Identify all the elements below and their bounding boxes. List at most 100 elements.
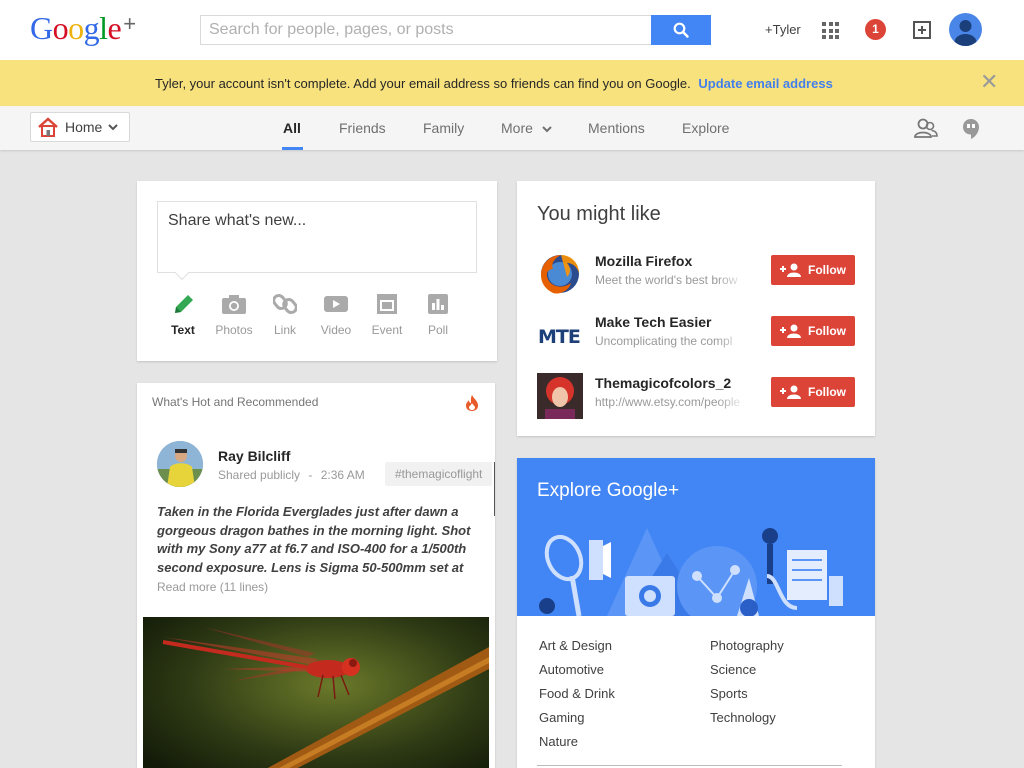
firefox-icon — [541, 255, 579, 294]
home-label: Home — [65, 119, 103, 135]
top-bar: Google+ +Tyler 1 — [0, 0, 1024, 60]
banner-message: Tyler, your account isn't complete. Add … — [155, 76, 691, 91]
suggestion-name[interactable]: Themagicofcolors_2 — [595, 375, 731, 391]
whats-hot-card: What's Hot and Recommended Ray Bilcliff … — [137, 383, 495, 768]
mte-logo[interactable]: MTE — [537, 312, 583, 358]
search-icon — [673, 22, 689, 38]
follow-button[interactable]: Follow — [771, 377, 855, 407]
share-box-card: Share what's new... Text Photos Link Vid… — [137, 181, 497, 361]
share-poll-option[interactable]: Poll — [413, 293, 463, 337]
close-icon[interactable]: ✕ — [980, 71, 998, 93]
category-science[interactable]: Science — [710, 662, 756, 677]
themagicofcolors-avatar[interactable] — [537, 373, 583, 419]
share-option-label: Link — [273, 323, 296, 337]
search-input[interactable] — [200, 15, 652, 45]
post-body: Taken in the Florida Everglades just aft… — [157, 504, 471, 575]
share-video-option[interactable]: Video — [311, 293, 361, 337]
firefox-logo[interactable] — [537, 251, 583, 297]
category-food-drink[interactable]: Food & Drink — [539, 686, 615, 701]
tab-more[interactable]: More — [501, 120, 552, 136]
suggestion-row: MTE Make Tech Easier Uncomplicating the … — [517, 312, 875, 362]
follow-label: Follow — [808, 385, 846, 399]
category-photography[interactable]: Photography — [710, 638, 784, 653]
share-option-label: Text — [171, 323, 195, 337]
explore-hero-banner[interactable]: Explore Google+ — [517, 458, 875, 616]
apps-grid-icon[interactable] — [822, 22, 839, 39]
scroll-indicator[interactable] — [494, 462, 495, 516]
home-dropdown[interactable]: Home — [30, 112, 130, 142]
read-more-link[interactable]: Read more (11 lines) — [157, 580, 268, 594]
share-photos-option[interactable]: Photos — [209, 293, 259, 337]
poll-icon — [428, 294, 448, 314]
you-might-like-card: You might like Mozilla Firefox Meet the … — [517, 181, 875, 436]
add-person-icon — [780, 324, 801, 338]
post-author-avatar[interactable] — [157, 441, 203, 487]
share-option-label: Photos — [215, 323, 253, 337]
tab-explore[interactable]: Explore — [682, 120, 729, 136]
share-link-option[interactable]: Link — [260, 293, 310, 337]
suggestion-row: Themagicofcolors_2 http://www.etsy.com/p… — [517, 373, 875, 423]
category-automotive[interactable]: Automotive — [539, 662, 604, 677]
flame-icon — [466, 395, 478, 411]
post-timestamp[interactable]: 2:36 AM — [321, 468, 365, 482]
category-gaming[interactable]: Gaming — [539, 710, 585, 725]
add-person-icon — [780, 385, 801, 399]
text-fade — [717, 332, 747, 350]
share-text-option[interactable]: Text — [158, 293, 208, 337]
share-box-icon[interactable] — [912, 20, 932, 40]
search-button[interactable] — [651, 15, 711, 45]
chevron-down-icon — [108, 124, 119, 131]
tab-mentions[interactable]: Mentions — [588, 120, 645, 136]
share-option-label: Event — [371, 323, 403, 337]
share-event-option[interactable]: Event — [362, 293, 412, 337]
share-option-label: Video — [320, 323, 352, 337]
google-plus-logo[interactable]: Google+ — [30, 10, 136, 47]
svg-text:MTE: MTE — [538, 326, 580, 348]
post-visibility[interactable]: Shared publicly — [218, 468, 300, 482]
post-hashtag[interactable]: #themagicoflight — [385, 462, 493, 486]
hangouts-icon[interactable] — [962, 118, 980, 140]
post-photo[interactable] — [143, 617, 489, 768]
share-option-label: Poll — [427, 323, 448, 337]
suggestion-row: Mozilla Firefox Meet the world's best br… — [517, 251, 875, 301]
category-nature[interactable]: Nature — [539, 734, 578, 749]
profile-link[interactable]: +Tyler — [765, 22, 801, 37]
chevron-down-icon — [542, 126, 552, 133]
account-avatar[interactable] — [949, 13, 982, 46]
post-author-name[interactable]: Ray Bilcliff — [218, 448, 290, 464]
camera-icon — [222, 295, 246, 314]
you-might-like-title: You might like — [537, 203, 661, 225]
person-icon — [954, 20, 977, 46]
text-fade — [717, 393, 747, 411]
post-meta-separator: - — [308, 468, 313, 482]
active-tab-indicator — [282, 147, 303, 150]
banner-message-line: Tyler, your account isn't complete. Add … — [155, 76, 833, 91]
tab-family[interactable]: Family — [423, 120, 464, 136]
category-sports[interactable]: Sports — [710, 686, 748, 701]
mte-icon: MTE — [537, 312, 583, 358]
tab-all[interactable]: All — [283, 120, 301, 136]
follow-button[interactable]: Follow — [771, 255, 855, 285]
profile-photo — [537, 373, 583, 419]
event-icon — [377, 294, 397, 314]
home-icon — [38, 117, 58, 137]
share-input[interactable]: Share what's new... — [157, 201, 477, 273]
stream-nav-bar: Home All Friends Family More Mentions Ex… — [0, 106, 1024, 150]
tab-friends[interactable]: Friends — [339, 120, 386, 136]
explore-google-plus-card: Explore Google+ Art & Design Automotive … — [517, 458, 875, 768]
follow-label: Follow — [808, 324, 846, 338]
category-art-design[interactable]: Art & Design — [539, 638, 612, 653]
notification-badge[interactable]: 1 — [865, 19, 886, 40]
follow-button[interactable]: Follow — [771, 316, 855, 346]
suggestion-name[interactable]: Make Tech Easier — [595, 314, 711, 330]
incomplete-account-banner: Tyler, your account isn't complete. Add … — [0, 60, 1024, 106]
follow-label: Follow — [808, 263, 846, 277]
category-technology[interactable]: Technology — [710, 710, 776, 725]
dragonfly-photo — [143, 617, 489, 768]
update-email-link[interactable]: Update email address — [698, 76, 832, 91]
explore-title: Explore Google+ — [537, 480, 680, 501]
text-fade — [717, 271, 747, 289]
people-icon[interactable] — [914, 117, 938, 139]
suggestion-name[interactable]: Mozilla Firefox — [595, 253, 692, 269]
pencil-icon — [175, 295, 193, 313]
